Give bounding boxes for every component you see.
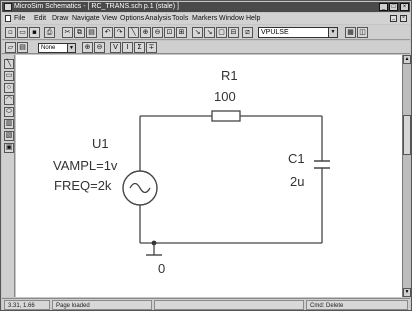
copy-icon[interactable]: ⧉: [74, 27, 85, 38]
chevron-down-icon[interactable]: ▼: [67, 44, 75, 52]
status-spacer: [154, 300, 304, 310]
resistor-value-label: 100: [214, 89, 236, 104]
minimize-button[interactable]: _: [379, 3, 388, 11]
draw-wire-icon[interactable]: ↘: [192, 27, 203, 38]
get-part-icon[interactable]: ⊟: [228, 27, 239, 38]
simulate-icon[interactable]: ▦: [345, 27, 356, 38]
app-icon[interactable]: [4, 3, 12, 11]
main-toolbar: ▫ ▭ ▪ ⎙ ✂ ⧉ ▤ ↶ ↷ ╲ ⊕ ⊖ ⊡ ⊞ ↘ ↘ ▢ ⊟ ⧄ ▦ …: [2, 25, 410, 40]
zoom-out-icon[interactable]: ⊖: [152, 27, 163, 38]
new-file-icon[interactable]: ▫: [5, 27, 16, 38]
layer-combo[interactable]: None ▼: [38, 43, 76, 53]
line-tool-icon[interactable]: ╲: [4, 59, 14, 69]
bitmap-tool-icon[interactable]: ▧: [4, 131, 14, 141]
menu-window[interactable]: Window: [219, 13, 244, 24]
text-tool-icon[interactable]: ▥: [4, 119, 14, 129]
cut-icon[interactable]: ✂: [62, 27, 73, 38]
menu-markers[interactable]: Markers: [192, 13, 217, 24]
zoom-out-small-icon[interactable]: ⊖: [94, 42, 105, 53]
rectangle-tool-icon[interactable]: ▭: [4, 71, 14, 81]
layer-stack-icon[interactable]: ▤: [17, 42, 28, 53]
vertical-scrollbar[interactable]: ▲ ▼: [402, 55, 411, 297]
zoom-in-small-icon[interactable]: ⊕: [82, 42, 93, 53]
voltage-marker-icon[interactable]: V: [110, 42, 121, 53]
menu-navigate[interactable]: Navigate: [72, 13, 100, 24]
resistor-r1-symbol: [211, 110, 241, 122]
paste-icon[interactable]: ▤: [86, 27, 97, 38]
probe-icon[interactable]: ◫: [357, 27, 368, 38]
document-icon[interactable]: [5, 15, 11, 22]
menu-help[interactable]: Help: [246, 13, 260, 24]
image-tool-icon[interactable]: ▣: [4, 143, 14, 153]
layer-value: None: [41, 45, 56, 51]
capacitor-name-label: C1: [288, 151, 305, 166]
source-freq-label: FREQ=2k: [54, 178, 112, 193]
circle-tool-icon[interactable]: ○: [4, 83, 14, 93]
menu-file[interactable]: File: [14, 13, 25, 24]
arc-tool-icon[interactable]: ◠: [4, 95, 14, 105]
menu-options[interactable]: Options: [120, 13, 144, 24]
part-browser-combo[interactable]: VPULSE ▼: [258, 27, 338, 38]
menu-view[interactable]: View: [102, 13, 117, 24]
print-icon[interactable]: ⎙: [44, 27, 55, 38]
part-browser-value: VPULSE: [261, 29, 289, 36]
draw-block-icon[interactable]: ▢: [216, 27, 227, 38]
drawing-palette: ╲ ▭ ○ ◠ ⬭ ▥ ▧ ▣: [2, 55, 15, 297]
chevron-down-icon[interactable]: ▼: [328, 28, 337, 37]
scroll-thumb[interactable]: [403, 115, 411, 155]
source-vampl-label: VAMPL=1v: [53, 158, 118, 173]
app-window: MicroSim Schematics - [ RC_TRANS.sch p.1…: [0, 0, 412, 311]
title-bar: MicroSim Schematics - [ RC_TRANS.sch p.1…: [2, 2, 410, 12]
close-button[interactable]: ×: [400, 3, 409, 11]
sum-marker-icon[interactable]: Σ: [134, 42, 145, 53]
menu-edit[interactable]: Edit: [34, 13, 46, 24]
wire-icon[interactable]: ╲: [128, 27, 139, 38]
redo-icon[interactable]: ↷: [114, 27, 125, 38]
draw-bus-icon[interactable]: ↘: [204, 27, 215, 38]
zoom-fit-icon[interactable]: ⊞: [176, 27, 187, 38]
current-marker-icon[interactable]: I: [122, 42, 133, 53]
ground-label: 0: [158, 261, 165, 276]
maximize-button[interactable]: □: [389, 3, 398, 11]
menu-tools[interactable]: Tools: [172, 13, 188, 24]
schematic-drawing: R1 100 C1 2u U1 VAMPL=1v FREQ=2k 0: [53, 68, 330, 276]
status-message: Page loaded: [52, 300, 152, 310]
undo-icon[interactable]: ↶: [102, 27, 113, 38]
layer-icon[interactable]: ▱: [5, 42, 16, 53]
window-title: MicroSim Schematics - [ RC_TRANS.sch p.1…: [14, 3, 179, 10]
doc-minimize-button[interactable]: _: [390, 15, 397, 22]
status-bar: 3.31, 1.66 Page loaded Cmd: Delete: [2, 298, 410, 310]
command-status: Cmd: Delete: [306, 300, 408, 310]
menu-analysis[interactable]: Analysis: [145, 13, 171, 24]
zoom-area-icon[interactable]: ⊡: [164, 27, 175, 38]
menu-bar: File Edit Draw Navigate View Options Ana…: [2, 13, 410, 24]
save-icon[interactable]: ▪: [29, 27, 40, 38]
cursor-coordinates: 3.31, 1.66: [4, 300, 50, 310]
resistor-name-label: R1: [221, 68, 238, 83]
doc-close-button[interactable]: ×: [400, 15, 407, 22]
menu-draw[interactable]: Draw: [52, 13, 68, 24]
scroll-up-icon[interactable]: ▲: [403, 55, 411, 64]
source-name-label: U1: [92, 136, 109, 151]
schematic-canvas[interactable]: R1 100 C1 2u U1 VAMPL=1v FREQ=2k 0: [16, 55, 402, 297]
capacitor-value-label: 2u: [290, 174, 304, 189]
zoom-in-icon[interactable]: ⊕: [140, 27, 151, 38]
open-folder-icon[interactable]: ▭: [17, 27, 28, 38]
scroll-down-icon[interactable]: ▼: [403, 288, 411, 297]
symbol-marker-icon[interactable]: ∓: [146, 42, 157, 53]
ellipse-tool-icon[interactable]: ⬭: [4, 107, 14, 117]
edit-attributes-icon[interactable]: ⧄: [242, 27, 253, 38]
